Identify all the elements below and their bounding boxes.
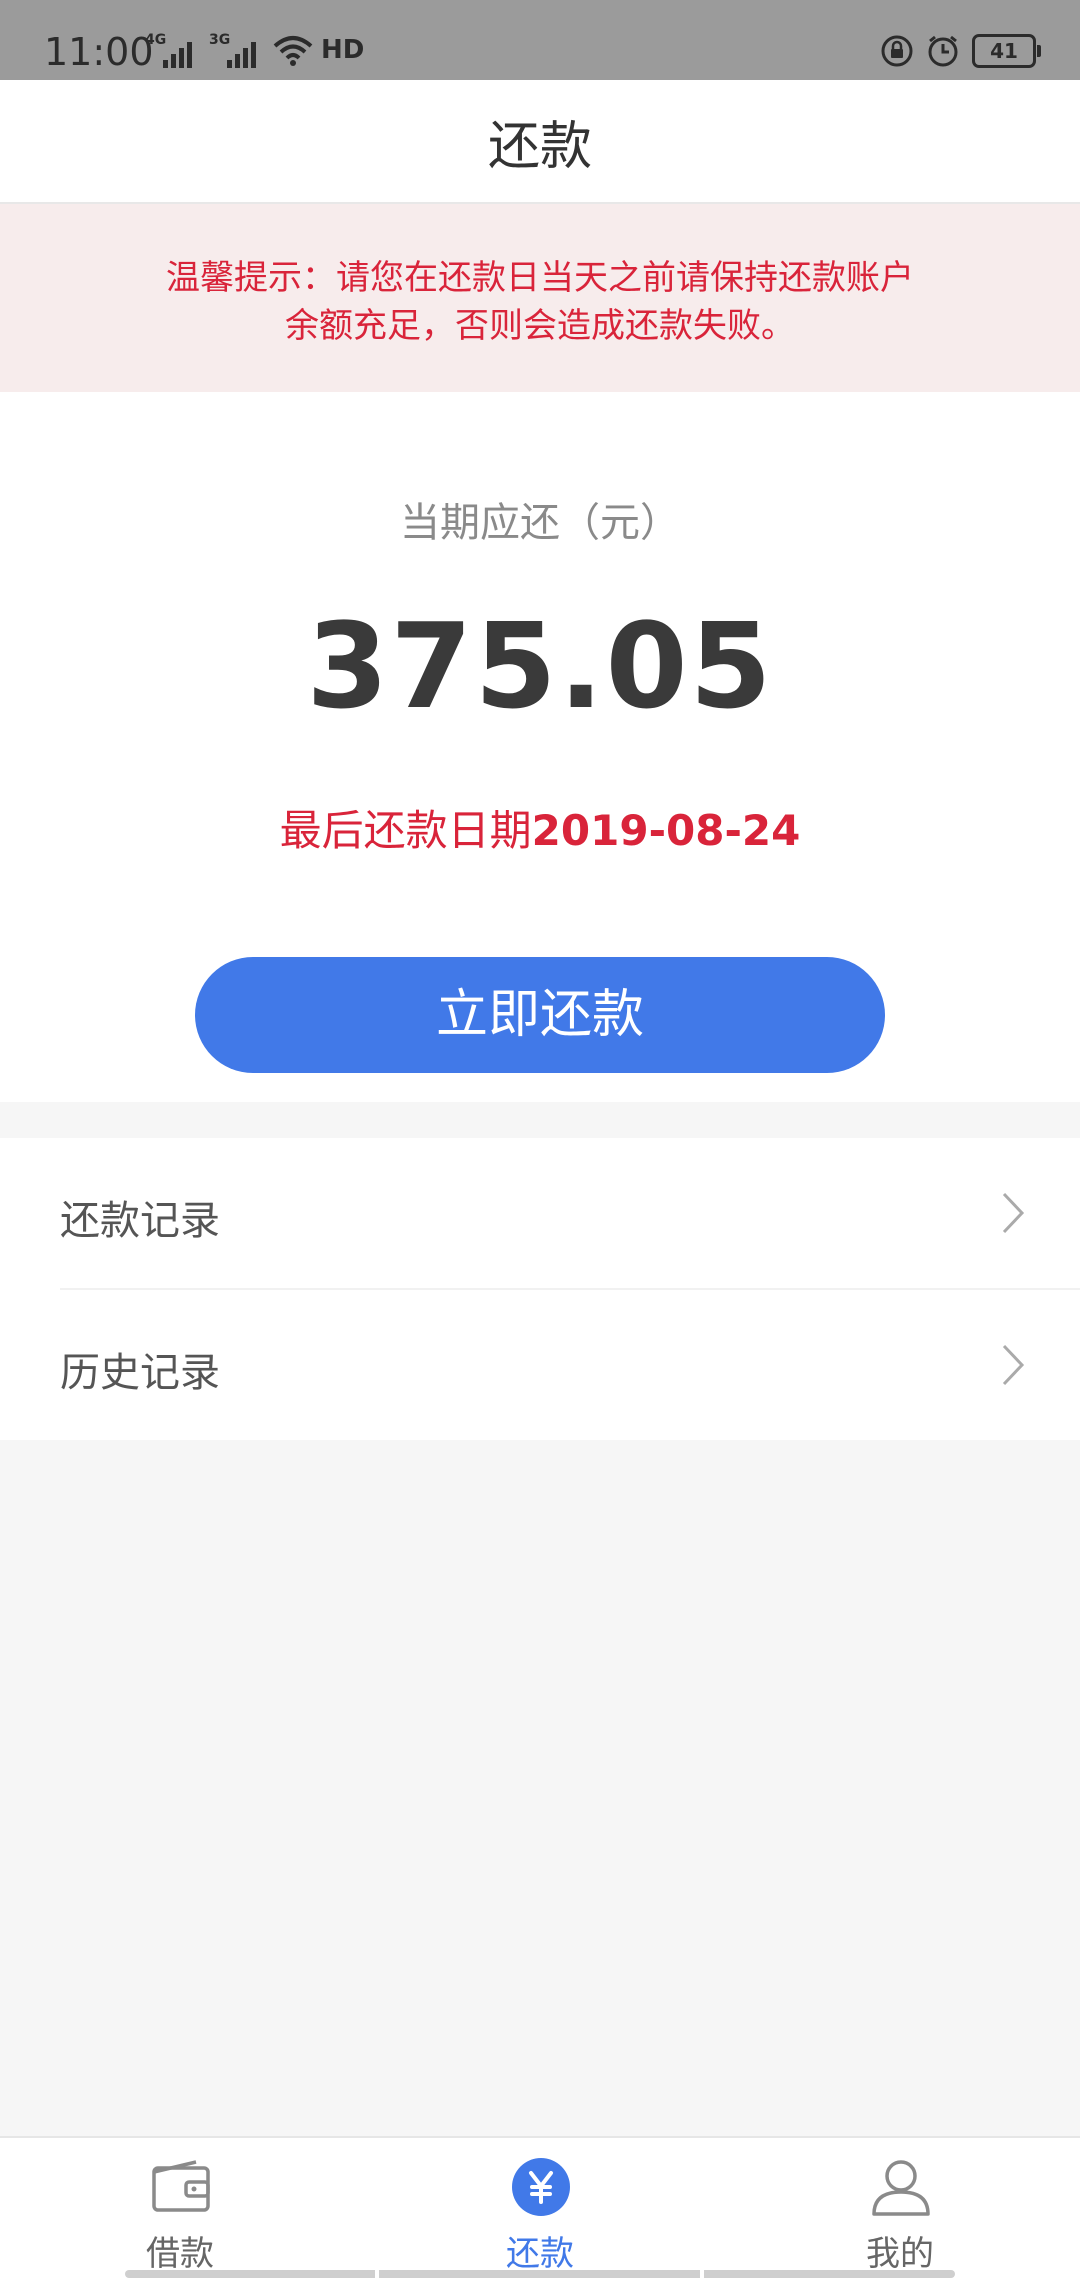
battery-icon: 41 <box>972 34 1041 68</box>
nav-item-mine[interactable]: 我的 <box>720 2138 1080 2282</box>
chevron-right-icon <box>1002 1344 1025 1386</box>
menu-item-label: 还款记录 <box>60 1198 220 1244</box>
status-icons-left: 4G 3G HD <box>145 32 364 68</box>
signal-4g-icon: 4G <box>145 32 201 68</box>
nav-label: 借款 <box>146 2234 214 2274</box>
nav-label: 还款 <box>506 2234 574 2274</box>
status-time: 11:00 <box>44 30 154 74</box>
notice-banner: 温馨提示：请您在还款日当天之前请保持还款账户 余额充足，否则会造成还款失败。 <box>0 204 1080 392</box>
records-menu: 还款记录 历史记录 <box>0 1138 1080 1440</box>
alarm-icon <box>928 35 958 67</box>
status-bar: 11:00 4G 3G HD 41 <box>0 0 1080 80</box>
notice-line-2: 余额充足，否则会造成还款失败。 <box>285 306 795 346</box>
app-header: 还款 <box>0 80 1080 204</box>
menu-item-repayment-records[interactable]: 还款记录 <box>0 1138 1080 1288</box>
nav-label: 我的 <box>866 2234 934 2274</box>
nav-item-borrow[interactable]: 借款 <box>0 2138 360 2282</box>
lock-rotation-icon <box>881 35 913 67</box>
user-icon <box>872 2160 930 2216</box>
yen-icon <box>512 2158 570 2216</box>
page-title: 还款 <box>487 117 592 177</box>
signal-3g-icon: 3G <box>209 32 265 68</box>
amount-due-value: 375.05 <box>306 597 774 735</box>
repay-now-button[interactable]: 立即还款 <box>195 957 885 1073</box>
status-icons-right: 41 <box>880 34 1041 68</box>
due-date: 最后还款日期2019-08-24 <box>0 797 1080 858</box>
repayment-summary: 当期应还（元） 375.05 最后还款日期2019-08-24 立即还款 <box>0 392 1080 1102</box>
due-date-prefix: 最后还款日期 <box>279 806 532 855</box>
menu-item-history-records[interactable]: 历史记录 <box>0 1290 1080 1440</box>
chevron-right-icon <box>1002 1192 1025 1234</box>
menu-item-label: 历史记录 <box>60 1350 220 1396</box>
due-date-value: 2019-08-24 <box>531 806 801 855</box>
wallet-icon <box>152 2160 210 2212</box>
amount-due-label: 当期应还（元） <box>400 500 680 546</box>
notice-line-1: 温馨提示：请您在还款日当天之前请保持还款账户 <box>166 258 914 298</box>
home-indicator <box>125 2270 955 2278</box>
wifi-icon <box>273 36 313 66</box>
bottom-nav: 借款 还款 我的 <box>0 2136 1080 2282</box>
nav-item-repay[interactable]: 还款 <box>360 2138 720 2282</box>
battery-level: 41 <box>990 39 1018 63</box>
hd-indicator: HD <box>321 35 365 65</box>
notice-text: 温馨提示：请您在还款日当天之前请保持还款账户 余额充足，否则会造成还款失败。 <box>130 254 950 350</box>
